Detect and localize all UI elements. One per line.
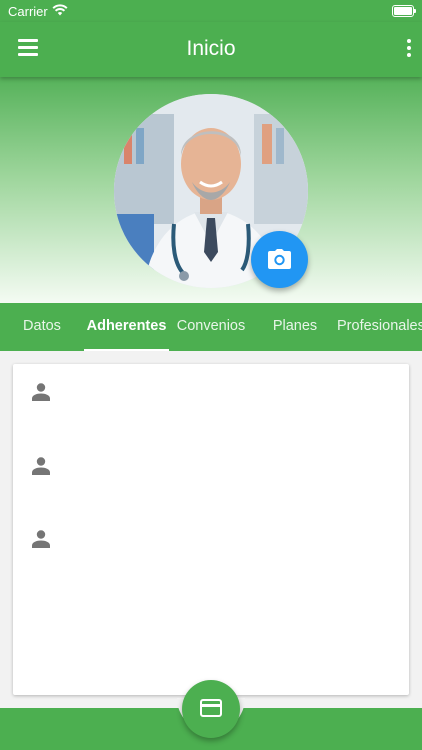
battery-icon: [392, 5, 416, 17]
camera-button[interactable]: [251, 231, 308, 288]
card-fab-button[interactable]: [182, 680, 240, 738]
list-item[interactable]: [13, 364, 409, 414]
tab-bar: Datos Adherentes Convenios Planes Profes…: [0, 303, 422, 351]
camera-icon: [268, 249, 291, 269]
credit-card-icon: [200, 699, 222, 717]
tab-convenios[interactable]: Convenios: [169, 303, 253, 351]
adherentes-card: [13, 364, 409, 695]
list-item[interactable]: [13, 438, 409, 488]
tab-datos[interactable]: Datos: [0, 303, 84, 351]
person-icon: [32, 530, 50, 548]
person-icon: [32, 383, 50, 401]
app-bar: Inicio: [0, 22, 422, 77]
page-title: Inicio: [186, 37, 236, 60]
carrier-label: Carrier: [8, 4, 48, 19]
more-vert-icon[interactable]: [406, 39, 412, 59]
tab-profesionales[interactable]: Profesionales: [337, 303, 422, 351]
tab-planes[interactable]: Planes: [253, 303, 337, 351]
tab-adherentes[interactable]: Adherentes: [84, 303, 169, 351]
list-item[interactable]: [13, 511, 409, 561]
profile-header: [0, 77, 422, 303]
wifi-icon: [52, 4, 68, 16]
person-icon: [32, 457, 50, 475]
status-bar: Carrier: [0, 0, 422, 22]
